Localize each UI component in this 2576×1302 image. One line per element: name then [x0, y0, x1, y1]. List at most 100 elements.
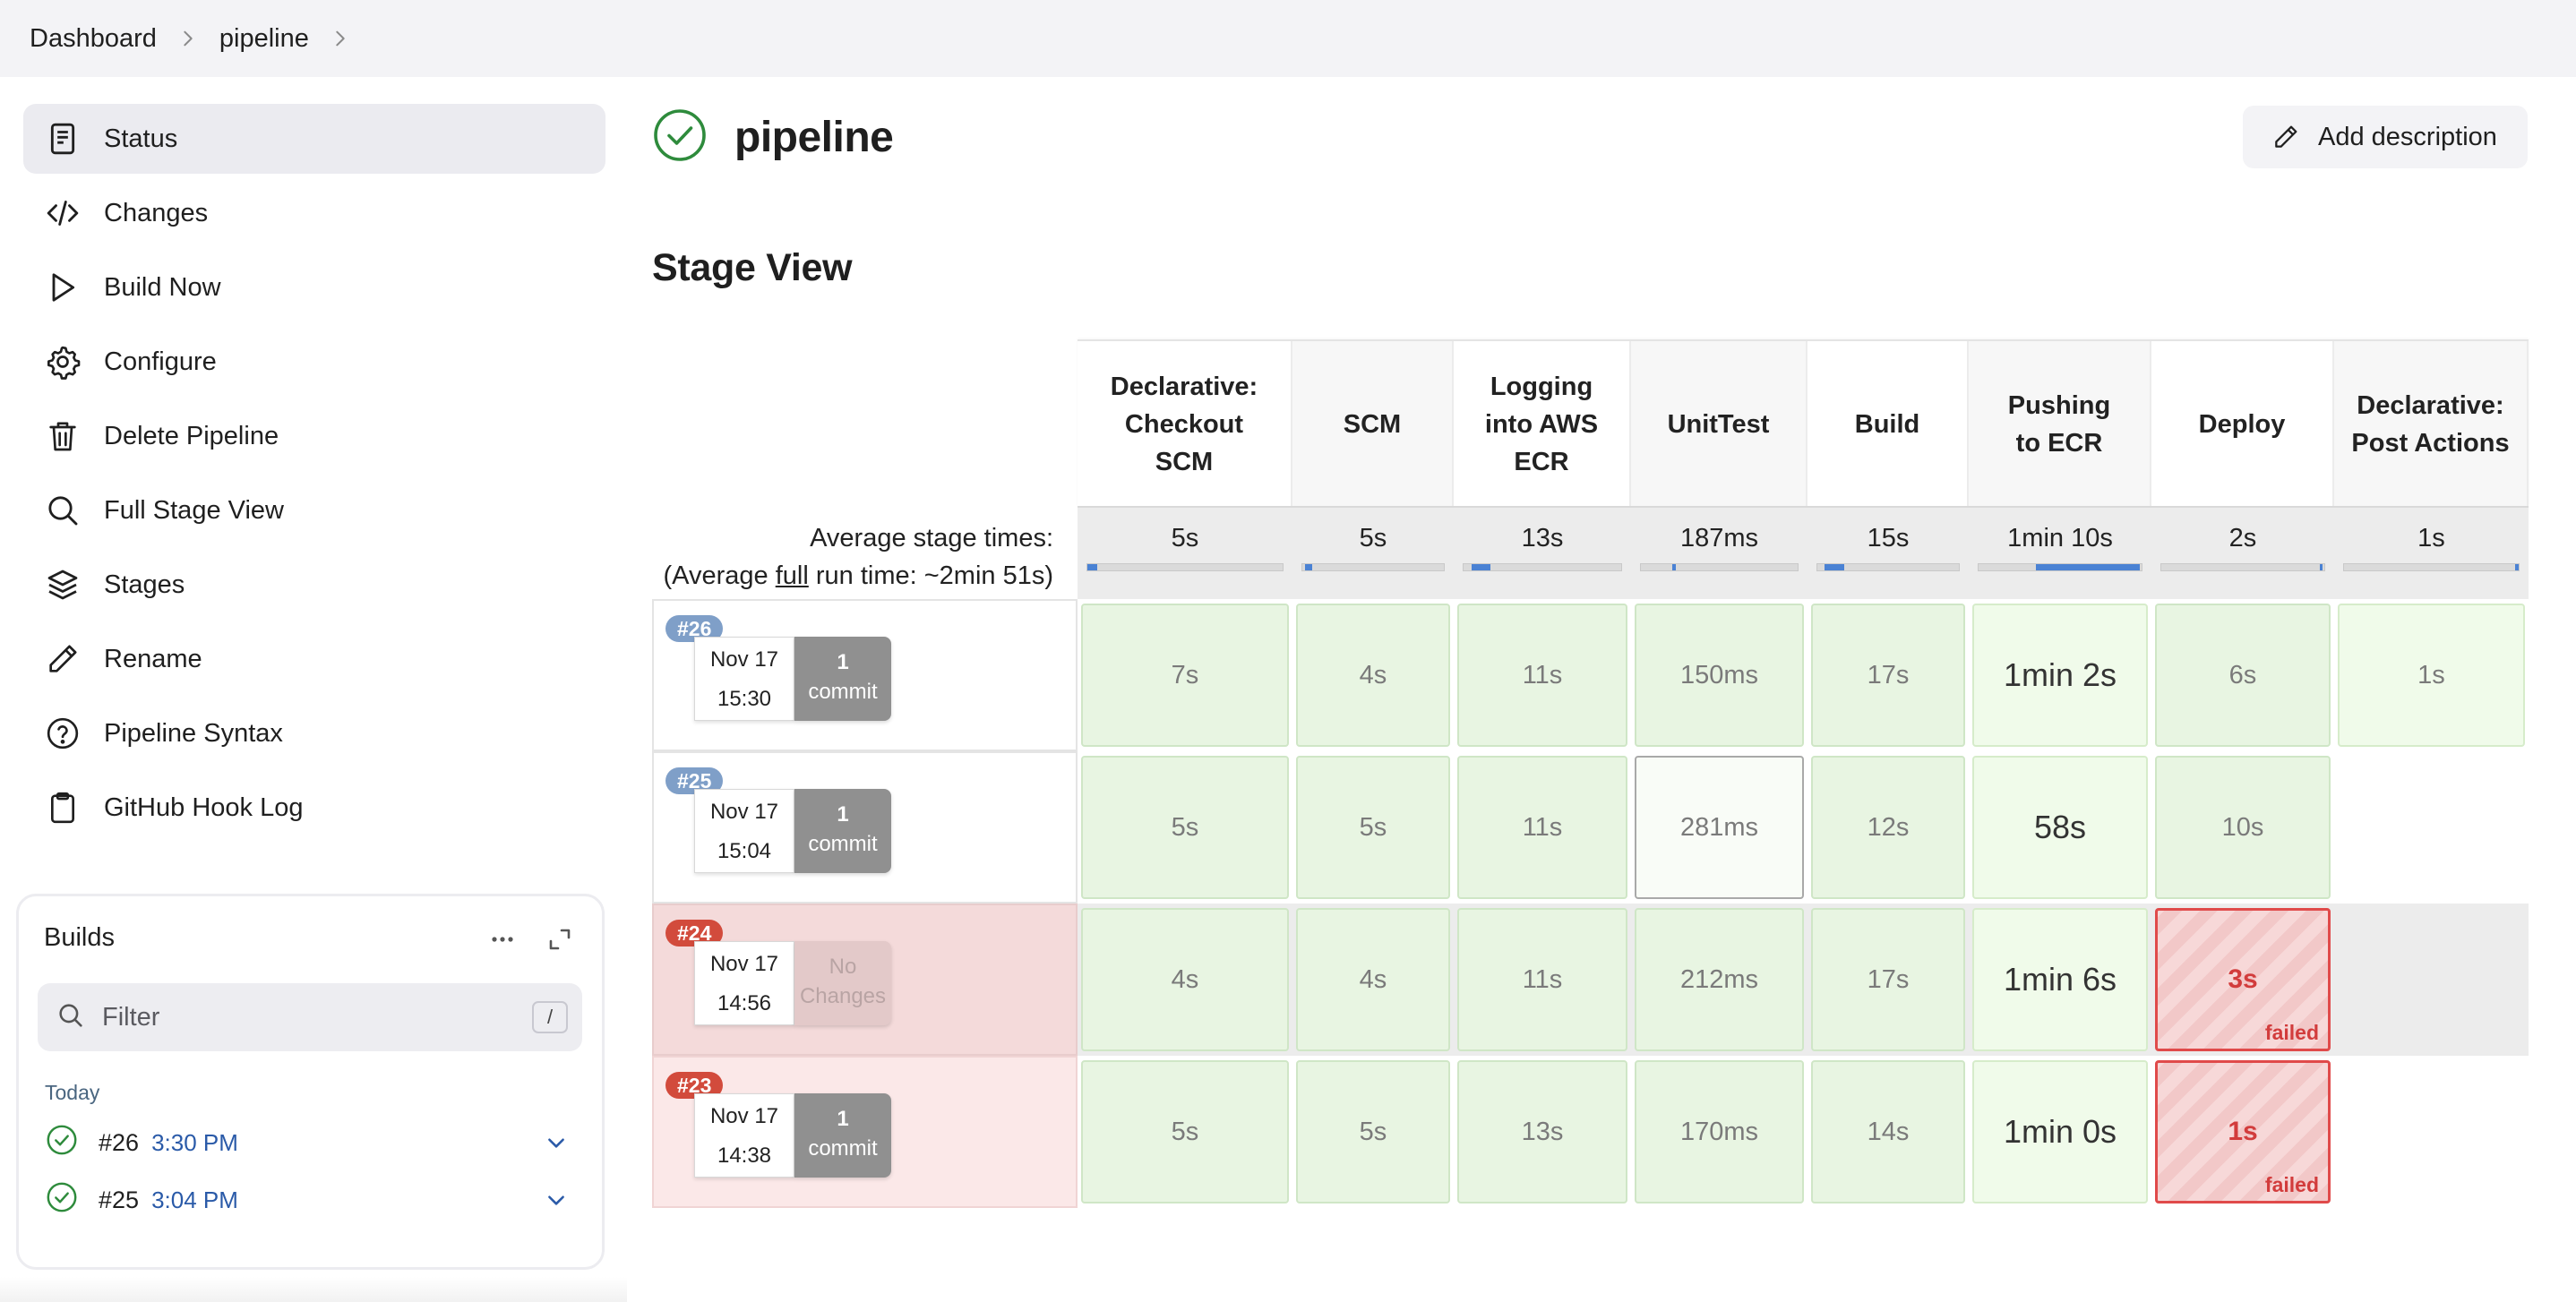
stage-cell[interactable]: 1s failed	[2155, 1060, 2331, 1203]
sidebar-item-pipeline-syntax[interactable]: Pipeline Syntax	[23, 698, 605, 768]
stage-duration: 11s	[1522, 964, 1563, 994]
sidebar-item-build-now[interactable]: Build Now	[23, 253, 605, 322]
stage-cell[interactable]: 4s	[1081, 908, 1289, 1051]
run-date-time: 14:38	[717, 1144, 772, 1168]
stage-cell[interactable]: 1min 0s	[1972, 1060, 2148, 1203]
average-time-bar	[1463, 563, 1622, 571]
sidebar-nav: Status Changes Build Now Configure Delet	[23, 104, 605, 847]
stage-cell[interactable]: 5s	[1296, 1060, 1450, 1203]
run-changes[interactable]: 1 commit	[794, 789, 891, 873]
stage-cell[interactable]: 1min 6s	[1972, 908, 2148, 1051]
average-time-bar-fill	[1471, 564, 1490, 570]
add-description-button[interactable]: Add description	[2243, 106, 2528, 168]
stage-duration: 5s	[1171, 812, 1199, 842]
stage-cell[interactable]: 1min 2s	[1972, 604, 2148, 747]
stage-average-time: 1s	[2334, 508, 2529, 601]
stage-cell[interactable]: 170ms	[1635, 1060, 1804, 1203]
build-number[interactable]: #25	[99, 1186, 139, 1214]
stage-name: SCM	[1343, 410, 1402, 439]
stage-cell[interactable]: 1s	[2338, 604, 2525, 747]
builds-group-label: Today	[45, 1081, 100, 1104]
stage-header: Build	[1807, 341, 1969, 508]
average-time-bar-fill	[1824, 564, 1844, 570]
full-run-link[interactable]: full	[776, 561, 809, 590]
sidebar-item-rename[interactable]: Rename	[23, 624, 605, 694]
stage-cell[interactable]: 17s	[1811, 908, 1965, 1051]
stage-cell[interactable]: 4s	[1296, 908, 1450, 1051]
run-changes[interactable]: 1 commit	[794, 1093, 891, 1178]
sidebar-item-configure[interactable]: Configure	[23, 327, 605, 397]
build-time[interactable]: 3:30 PM	[151, 1129, 238, 1157]
run-date: Nov 17 15:30	[694, 637, 794, 721]
stage-cell[interactable]: 17s	[1811, 604, 1965, 747]
more-options-icon[interactable]	[485, 921, 520, 957]
stage-cell[interactable]: 11s	[1457, 908, 1627, 1051]
stage-cell[interactable]: 12s	[1811, 756, 1965, 899]
stage-duration: 1min 6s	[2003, 961, 2117, 998]
stage-duration: 13s	[1521, 1117, 1564, 1146]
average-time-value: 13s	[1521, 524, 1564, 552]
stage-cell[interactable]: 150ms	[1635, 604, 1804, 747]
sidebar-item-label: Configure	[104, 347, 217, 376]
stage-duration: 58s	[2033, 809, 2087, 845]
stage-cell[interactable]: 14s	[1811, 1060, 1965, 1203]
sidebar-item-full-stage-view[interactable]: Full Stage View	[23, 475, 605, 545]
stage-cell[interactable]: 6s	[2155, 604, 2331, 747]
stage-cell[interactable]: 5s	[1081, 1060, 1289, 1203]
average-time-value: 15s	[1867, 524, 1910, 552]
stage-cell[interactable]: 4s	[1296, 604, 1450, 747]
sidebar-item-github-hook-log[interactable]: GitHub Hook Log	[23, 773, 605, 843]
stage-cell[interactable]: 11s	[1457, 756, 1627, 899]
run-commit-count: 1	[837, 1107, 849, 1131]
average-time-value: 1min 10s	[2007, 524, 2113, 552]
sidebar-item-delete-pipeline[interactable]: Delete Pipeline	[23, 401, 605, 471]
breadcrumb-pipeline[interactable]: pipeline	[219, 24, 309, 54]
average-times-row: 5s 5s 13s 187ms 15s 1min 10s 2s 1s	[1078, 506, 2529, 599]
stage-cell[interactable]: 58s	[1972, 756, 2148, 899]
sidebar-item-changes[interactable]: Changes	[23, 178, 605, 248]
stage-cell[interactable]: 5s	[1081, 756, 1289, 899]
stage-duration: 11s	[1522, 812, 1563, 842]
build-number[interactable]: #26	[99, 1129, 139, 1157]
build-list-item[interactable]: #26 3:30 PM	[45, 1120, 591, 1165]
stage-average-time: 5s	[1292, 508, 1454, 601]
stage-duration: 11s	[1522, 660, 1563, 690]
builds-filter[interactable]: /	[38, 983, 582, 1051]
stage-cell[interactable]: 5s	[1296, 756, 1450, 899]
stage-view-run-row: #25 Nov 17 15:04 1 commit 5s 5s 11s 281ms 12s 58s 1…	[652, 751, 2529, 904]
build-list-item[interactable]: #25 3:04 PM	[45, 1178, 591, 1222]
help-circle-icon	[43, 714, 82, 753]
stage-duration: 7s	[1171, 660, 1199, 690]
average-time-bar-fill	[2319, 564, 2323, 570]
breadcrumb-dashboard[interactable]: Dashboard	[30, 24, 157, 54]
stage-cell[interactable]: 7s	[1081, 604, 1289, 747]
stage-cell[interactable]: 13s	[1457, 1060, 1627, 1203]
sidebar-item-stages[interactable]: Stages	[23, 550, 605, 620]
scroll-fade	[0, 1277, 627, 1302]
stage-duration: 10s	[2221, 812, 2264, 842]
run-changes[interactable]: 1 commit	[794, 637, 891, 721]
success-check-icon	[45, 1123, 79, 1163]
run-info: #25 Nov 17 15:04 1 commit	[652, 751, 1078, 904]
stage-header: Logging into AWS ECR	[1454, 341, 1631, 508]
build-time[interactable]: 3:04 PM	[151, 1186, 238, 1214]
sidebar-item-status[interactable]: Status	[23, 104, 605, 174]
stage-cell[interactable]: 3s failed	[2155, 908, 2331, 1051]
stage-cell[interactable]: 10s	[2155, 756, 2331, 899]
expand-icon[interactable]	[542, 921, 578, 957]
builds-filter-input[interactable]	[102, 1002, 496, 1032]
stage-cell[interactable]: 281ms	[1635, 756, 1804, 899]
chevron-down-icon[interactable]	[545, 1131, 568, 1154]
stage-cell[interactable]: 11s	[1457, 604, 1627, 747]
chevron-right-icon[interactable]	[309, 29, 372, 48]
stage-cell[interactable]: 212ms	[1635, 908, 1804, 1051]
average-stage-times-line: Average stage times:	[810, 524, 1053, 552]
stage-duration: 1s	[2228, 1117, 2258, 1146]
run-changes[interactable]: No Changes	[794, 941, 891, 1025]
average-time-bar-fill	[1672, 564, 1676, 570]
stage-duration: 14s	[1867, 1117, 1910, 1146]
average-time-value: 187ms	[1679, 524, 1759, 552]
stage-duration: 5s	[1359, 812, 1387, 842]
document-icon	[43, 119, 82, 158]
chevron-down-icon[interactable]	[545, 1188, 568, 1212]
